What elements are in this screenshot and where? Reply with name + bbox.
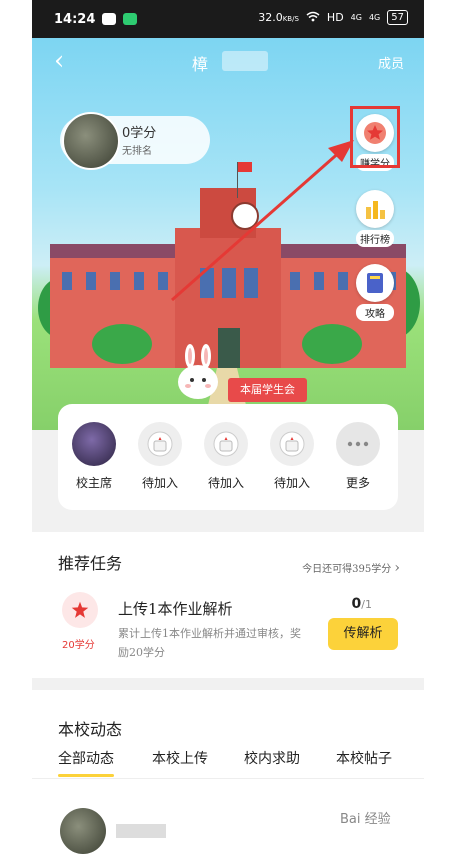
member-slot[interactable]: 待加入: [134, 422, 186, 491]
tab-school-uploads[interactable]: 本校上传: [152, 748, 208, 768]
task-progress: 0/1: [351, 596, 372, 612]
school-name-blur: [222, 51, 268, 71]
battery-icon: 57: [387, 10, 408, 25]
status-right: 32.0KB/S HD 4G 4G 57: [258, 10, 408, 25]
wifi-icon: [306, 11, 320, 25]
student-council-banner: 本届学生会: [228, 378, 307, 402]
tab-all[interactable]: 全部动态: [58, 748, 114, 777]
seat-icon: [204, 422, 248, 466]
task-title: 上传1本作业解析: [118, 600, 233, 618]
clock-icon: [231, 202, 259, 230]
book-icon: [356, 264, 394, 302]
top-nav: ‹ 樟 成员: [32, 38, 424, 82]
members-link[interactable]: 成员: [378, 53, 404, 72]
trophy-icon: [356, 190, 394, 228]
bunny-mascot-icon: [178, 344, 218, 399]
council-members-card: 校主席 待加入 待加入 待加入 更多: [58, 404, 398, 510]
seat-icon: [270, 422, 314, 466]
avatar[interactable]: [60, 808, 106, 854]
member-president[interactable]: 校主席: [68, 422, 120, 491]
highlight-box: [350, 106, 400, 168]
member-slot[interactable]: 待加入: [200, 422, 252, 491]
guide-button[interactable]: 攻略: [356, 264, 394, 321]
watermark: Bai 经验: [340, 812, 391, 827]
section-title: 推荐任务: [58, 554, 123, 573]
divider: [32, 778, 424, 779]
score-pill[interactable]: 0学分 无排名: [60, 112, 210, 170]
news-tabs: 全部动态 本校上传 校内求助 本校帖子: [58, 748, 398, 780]
status-bar: 14:24 32.0KB/S HD 4G 4G 57: [32, 0, 424, 38]
avatar: [72, 422, 116, 466]
tab-posts[interactable]: 本校帖子: [336, 748, 392, 768]
school-news: 本校动态 全部动态 本校上传 校内求助 本校帖子 Bai 经验: [32, 690, 424, 855]
leaderboard-button[interactable]: 排行榜: [356, 190, 394, 247]
chevron-right-icon: ›: [394, 560, 400, 576]
more-members-button[interactable]: 更多: [332, 422, 384, 491]
signal-label-1: 4G: [350, 13, 362, 22]
more-icon: [336, 422, 380, 466]
section-title: 本校动态: [58, 720, 123, 739]
page-title: 樟: [192, 55, 209, 74]
today-points-link[interactable]: 今日还可得395学分 ›: [302, 560, 400, 576]
upload-solution-button[interactable]: 传解析: [328, 618, 398, 650]
signal-label-2: 4G: [368, 13, 381, 22]
task-points: 20学分: [62, 640, 95, 651]
app-icon: [123, 13, 138, 25]
flag-icon: [238, 162, 252, 172]
rank-value: 无排名: [122, 146, 152, 157]
net-speed: 32.0KB/S: [258, 11, 299, 24]
school-hero: ‹ 樟 成员 0学分 无排名 赚学分 排行榜 攻略 本届学生会: [32, 38, 424, 430]
star-icon: [62, 592, 98, 628]
seat-icon: [138, 422, 182, 466]
hd-label: HD: [326, 11, 344, 24]
avatar[interactable]: [62, 112, 120, 170]
tab-help[interactable]: 校内求助: [244, 748, 300, 768]
back-icon[interactable]: ‹: [54, 46, 64, 76]
username-blur: [116, 824, 166, 838]
wechat-icon: [102, 13, 117, 25]
recommended-tasks: 推荐任务 今日还可得395学分 › 20学分 上传1本作业解析 累计上传1本作业…: [32, 532, 424, 678]
task-description: 累计上传1本作业解析并通过审核，奖励20学分: [118, 627, 301, 659]
status-time: 14:24: [54, 11, 96, 27]
score-value: 0学分: [122, 126, 157, 141]
member-slot[interactable]: 待加入: [266, 422, 318, 491]
phone-screen: 14:24 32.0KB/S HD 4G 4G 57 ‹ 樟 成员 0学分 无排…: [32, 0, 424, 855]
